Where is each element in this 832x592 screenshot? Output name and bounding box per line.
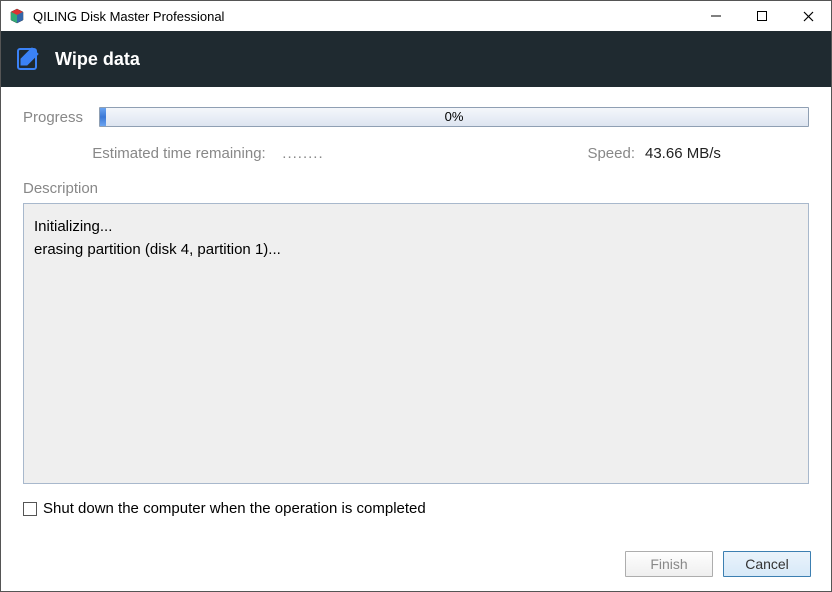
wipe-data-icon (15, 46, 41, 72)
finish-button[interactable]: Finish (625, 551, 713, 577)
close-button[interactable] (785, 1, 831, 31)
shutdown-label: Shut down the computer when the operatio… (43, 500, 426, 517)
page-header: Wipe data (1, 31, 831, 87)
progress-percent: 0% (100, 109, 808, 124)
eta-value: ........ (282, 145, 323, 162)
progress-row: Progress 0% (23, 107, 809, 127)
progress-bar: 0% (99, 107, 809, 127)
speed-value: 43.66 MB/s (645, 145, 809, 162)
maximize-button[interactable] (739, 1, 785, 31)
shutdown-option: Shut down the computer when the operatio… (23, 500, 809, 517)
description-log: Initializing... erasing partition (disk … (23, 203, 809, 484)
window-title: QILING Disk Master Professional (33, 9, 693, 24)
eta-label: Estimated time remaining: (92, 145, 282, 162)
progress-label: Progress (23, 109, 99, 126)
page-title: Wipe data (55, 49, 140, 70)
content-area: Progress 0% Estimated time remaining: ..… (1, 87, 831, 537)
description-label: Description (23, 180, 809, 197)
cancel-button[interactable]: Cancel (723, 551, 811, 577)
speed-label: Speed: (587, 145, 635, 162)
shutdown-checkbox[interactable] (23, 502, 37, 516)
window-controls (693, 1, 831, 31)
app-window: QILING Disk Master Professional Wipe dat… (0, 0, 832, 592)
minimize-button[interactable] (693, 1, 739, 31)
footer: Finish Cancel (1, 537, 831, 591)
titlebar: QILING Disk Master Professional (1, 1, 831, 31)
eta-row: Estimated time remaining: ........ Speed… (23, 145, 809, 162)
app-icon (9, 8, 25, 24)
